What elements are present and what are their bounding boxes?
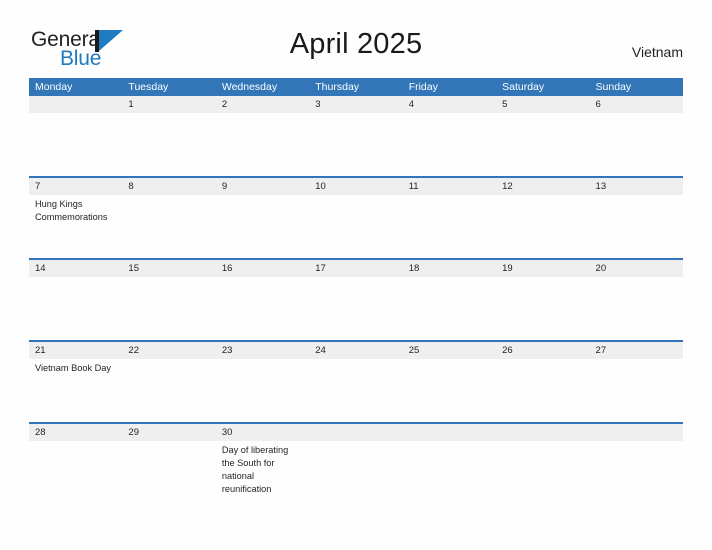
day-event-text[interactable]	[309, 113, 402, 176]
date-number[interactable]: 5	[496, 96, 589, 113]
day-event-text[interactable]	[590, 195, 683, 258]
date-number[interactable]	[29, 96, 122, 113]
day-event-text[interactable]	[29, 277, 122, 340]
date-number[interactable]: 4	[403, 96, 496, 113]
day-event-text[interactable]	[122, 277, 215, 340]
date-number[interactable]	[496, 424, 589, 441]
date-number[interactable]: 30	[216, 424, 309, 441]
date-number[interactable]: 19	[496, 260, 589, 277]
weekday-header-friday: Friday	[408, 81, 438, 93]
date-number[interactable]: 23	[216, 342, 309, 359]
date-number[interactable]: 13	[590, 178, 683, 195]
day-event-text[interactable]	[309, 195, 402, 258]
date-number[interactable]: 16	[216, 260, 309, 277]
weekday-header-sunday: Sunday	[595, 81, 632, 93]
calendar-page: General Blue April 2025 Vietnam Monday T…	[0, 0, 712, 550]
date-number[interactable]: 28	[29, 424, 122, 441]
weekday-header-thursday: Thursday	[315, 81, 360, 93]
week-events-band: Vietnam Book Day	[29, 359, 683, 422]
week-events-band	[29, 113, 683, 176]
weekday-header-monday: Monday	[35, 81, 73, 93]
day-event-text[interactable]: Vietnam Book Day	[29, 359, 122, 422]
day-event-text[interactable]: Day of liberating the South for national…	[216, 441, 309, 504]
day-event-text[interactable]	[403, 195, 496, 258]
day-event-text[interactable]	[309, 441, 402, 504]
date-number[interactable]: 10	[309, 178, 402, 195]
day-event-text[interactable]	[496, 277, 589, 340]
day-event-text[interactable]	[122, 441, 215, 504]
day-event-text[interactable]	[216, 359, 309, 422]
weekday-header-wednesday: Wednesday	[221, 81, 278, 93]
day-event-text[interactable]	[309, 359, 402, 422]
day-event-text[interactable]	[216, 277, 309, 340]
date-number[interactable]: 27	[590, 342, 683, 359]
date-number[interactable]: 3	[309, 96, 402, 113]
date-number[interactable]: 2	[216, 96, 309, 113]
date-number[interactable]	[403, 424, 496, 441]
date-number[interactable]: 8	[122, 178, 215, 195]
day-event-text[interactable]	[496, 113, 589, 176]
date-number[interactable]	[309, 424, 402, 441]
calendar-grid: Monday Tuesday Wednesday Thursday Friday…	[29, 78, 683, 504]
date-number[interactable]: 15	[122, 260, 215, 277]
day-event-text[interactable]	[496, 195, 589, 258]
calendar-week-row: 14 15 16 17 18 19 20	[29, 258, 683, 340]
day-event-text[interactable]: Hung Kings Commemorations	[29, 195, 122, 258]
day-event-text[interactable]	[29, 113, 122, 176]
date-number[interactable]: 6	[590, 96, 683, 113]
day-event-text[interactable]	[216, 195, 309, 258]
date-number[interactable]: 18	[403, 260, 496, 277]
date-number[interactable]: 26	[496, 342, 589, 359]
week-date-band: 7 8 9 10 11 12 13	[29, 178, 683, 195]
page-title: April 2025	[289, 28, 423, 60]
date-number[interactable]: 17	[309, 260, 402, 277]
week-date-band: 14 15 16 17 18 19 20	[29, 260, 683, 277]
day-event-text[interactable]	[216, 113, 309, 176]
week-events-band: Hung Kings Commemorations	[29, 195, 683, 258]
weekday-header-row: Monday Tuesday Wednesday Thursday Friday…	[29, 78, 683, 96]
date-number[interactable]: 7	[29, 178, 122, 195]
day-event-text[interactable]	[496, 359, 589, 422]
week-events-band	[29, 277, 683, 340]
day-event-text[interactable]	[122, 113, 215, 176]
date-number[interactable]: 9	[216, 178, 309, 195]
country-label: Vietnam	[631, 44, 683, 60]
calendar-week-row: 28 29 30 Day of liberating the South for…	[29, 422, 683, 504]
day-event-text[interactable]	[590, 277, 683, 340]
day-event-text[interactable]	[29, 441, 122, 504]
date-number[interactable]: 24	[309, 342, 402, 359]
day-event-text[interactable]	[496, 441, 589, 504]
day-event-text[interactable]	[403, 113, 496, 176]
date-number[interactable]: 21	[29, 342, 122, 359]
week-date-band: 28 29 30	[29, 424, 683, 441]
date-number[interactable]: 22	[122, 342, 215, 359]
calendar-week-row: 7 8 9 10 11 12 13 Hung Kings Commemorati…	[29, 176, 683, 258]
week-date-band: 1 2 3 4 5 6	[29, 96, 683, 113]
date-number[interactable]: 25	[403, 342, 496, 359]
day-event-text[interactable]	[590, 113, 683, 176]
day-event-text[interactable]	[403, 441, 496, 504]
date-number[interactable]: 12	[496, 178, 589, 195]
day-event-text[interactable]	[122, 195, 215, 258]
weekday-header-tuesday: Tuesday	[128, 81, 169, 93]
week-date-band: 21 22 23 24 25 26 27	[29, 342, 683, 359]
day-event-text[interactable]	[590, 359, 683, 422]
date-number[interactable]: 14	[29, 260, 122, 277]
day-event-text[interactable]	[590, 441, 683, 504]
date-number[interactable]: 1	[122, 96, 215, 113]
day-event-text[interactable]	[403, 359, 496, 422]
week-events-band: Day of liberating the South for national…	[29, 441, 683, 504]
day-event-text[interactable]	[122, 359, 215, 422]
calendar-week-row: 1 2 3 4 5 6	[29, 96, 683, 176]
calendar-week-row: 21 22 23 24 25 26 27 Vietnam Book Day	[29, 340, 683, 422]
date-number[interactable]: 29	[122, 424, 215, 441]
page-header: General Blue April 2025 Vietnam	[0, 0, 712, 69]
date-number[interactable]: 20	[590, 260, 683, 277]
weekday-header-saturday: Saturday	[502, 81, 545, 93]
date-number[interactable]: 11	[403, 178, 496, 195]
day-event-text[interactable]	[309, 277, 402, 340]
date-number[interactable]	[590, 424, 683, 441]
day-event-text[interactable]	[403, 277, 496, 340]
